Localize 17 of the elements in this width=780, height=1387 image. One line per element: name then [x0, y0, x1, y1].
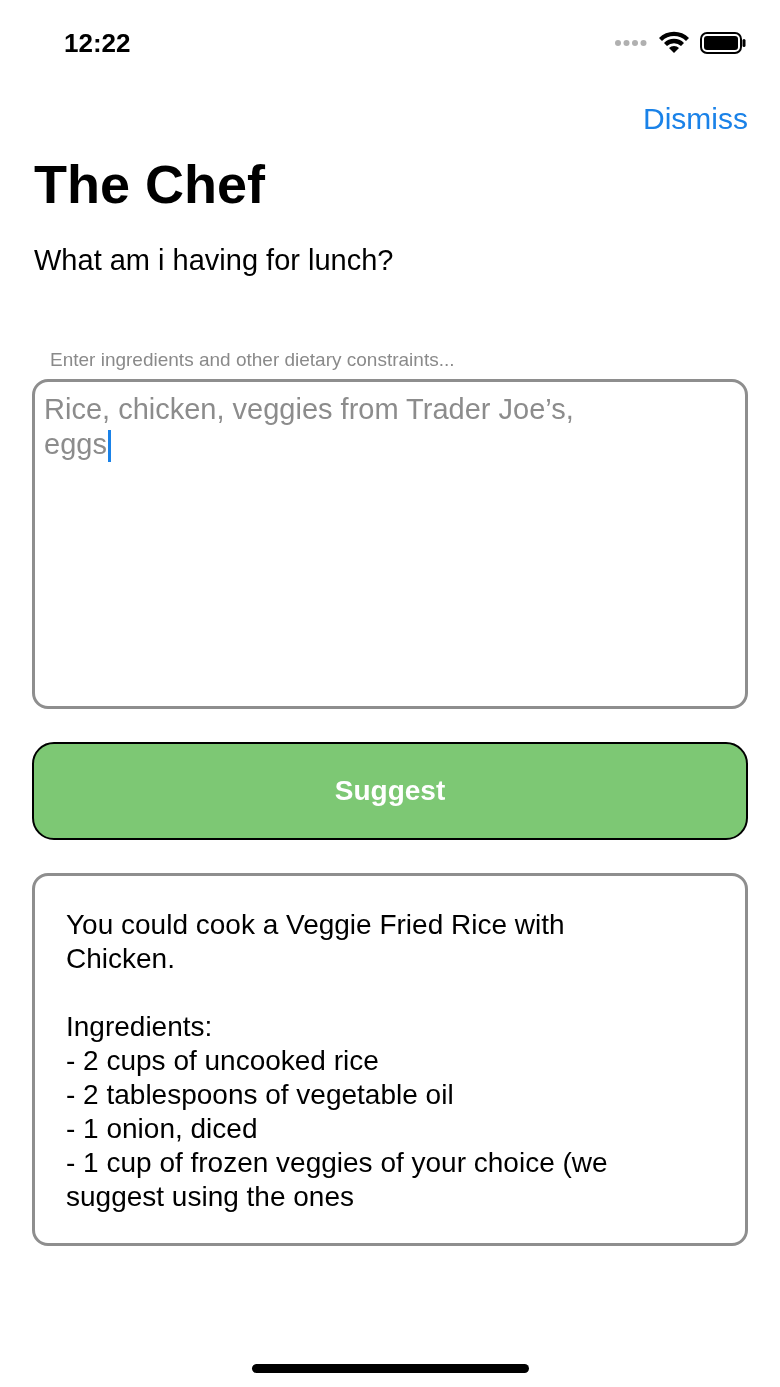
field-label: Enter ingredients and other dietary constraints...	[49, 348, 456, 372]
ingredient-item: - 1 onion, diced	[66, 1111, 259, 1146]
battery-icon	[700, 32, 746, 54]
dismiss-link[interactable]: Dismiss	[643, 96, 748, 141]
ingredient-item: - 2 tablespoons of vegetable oil	[66, 1077, 455, 1112]
ingredients-heading: Ingredients:	[66, 1009, 214, 1044]
ingredient-item: - 1 cup of frozen veggies of your choice (we suggest using the ones	[66, 1145, 609, 1214]
ingredients-field[interactable]: Rice, chicken, veggies from Trader Joe’s, eggs	[32, 378, 748, 709]
page-subtitle: What am i having for lunch?	[33, 242, 395, 278]
page-title: The Chef	[33, 153, 266, 216]
status-time: 12:22	[64, 26, 131, 60]
field-value: Rice, chicken, veggies from Trader Joe’s, eggs	[44, 391, 575, 462]
wifi-icon	[658, 31, 690, 55]
signal-icon	[614, 39, 648, 47]
suggest-button[interactable]: Suggest	[32, 741, 748, 840]
result-intro: You could cook a Veggie Fried Rice with Chicken.	[66, 907, 566, 976]
ingredient-item: - 2 cups of uncooked rice	[66, 1043, 380, 1078]
